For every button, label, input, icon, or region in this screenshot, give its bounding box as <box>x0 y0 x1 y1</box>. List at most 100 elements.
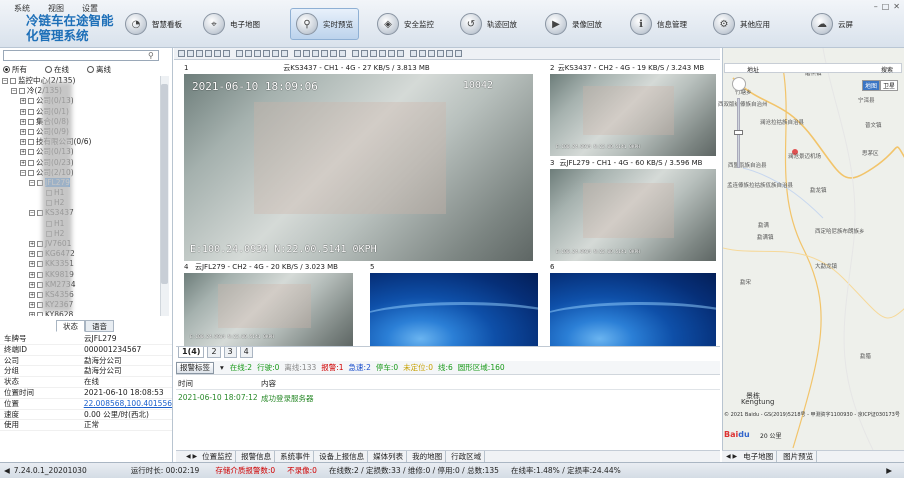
tree-node[interactable]: −冷(2/135) <box>2 86 168 96</box>
page-tab-0[interactable]: 1(4) <box>178 347 205 358</box>
tree-node[interactable]: H2 <box>2 229 168 239</box>
side-tab-1[interactable]: 语音 <box>85 320 114 332</box>
video-cell[interactable]: 2 云KS3437 - CH2 - 4G - 19 KB/S / 3.243 MB… <box>542 62 720 156</box>
tree-node[interactable]: +公司(0/23) <box>2 158 168 168</box>
minimize-icon[interactable]: – <box>874 2 878 11</box>
map-pan-control[interactable] <box>732 77 746 91</box>
checkbox[interactable] <box>28 98 34 105</box>
checkbox[interactable] <box>28 149 34 156</box>
tree-node[interactable]: +集合(0/8) <box>2 117 168 127</box>
nav-info[interactable]: ℹ 信息管理 <box>630 8 687 40</box>
expand-icon[interactable]: − <box>2 78 8 84</box>
bottom-tab-3[interactable]: 设备上报信息 <box>316 451 369 462</box>
bottom-tab-6[interactable]: 行政区域 <box>448 451 486 462</box>
expand-icon[interactable]: − <box>29 210 35 217</box>
tree-node[interactable]: −KS3437 <box>2 208 168 218</box>
map-panel[interactable] <box>722 48 904 450</box>
vehicle-search-input[interactable] <box>3 50 159 61</box>
toolbar-button-icon[interactable] <box>428 50 435 57</box>
toolbar-button-icon[interactable] <box>379 50 386 57</box>
nav-map[interactable]: ⌖ 电子地图 <box>203 8 260 40</box>
expand-icon[interactable]: + <box>29 281 35 288</box>
tree-node[interactable]: −JFL279 <box>2 177 168 188</box>
toolbar-button-icon[interactable] <box>254 50 261 57</box>
toolbar-button-icon[interactable] <box>214 50 221 57</box>
video-cell[interactable]: 4 云JFL279 - CH2 - 4G - 20 KB/S / 3.023 MB… <box>176 261 357 346</box>
toolbar-button-icon[interactable] <box>330 50 337 57</box>
filter-2[interactable]: 离线 <box>87 64 111 75</box>
tree-node[interactable]: + KY8628 <box>2 310 168 316</box>
toolbar-button-icon[interactable] <box>236 50 243 57</box>
toolbar-button-icon[interactable] <box>361 50 368 57</box>
filter-1[interactable]: 在线 <box>45 64 69 75</box>
checkbox[interactable] <box>28 108 34 115</box>
bottom-tab-4[interactable]: 媒体列表 <box>370 451 408 462</box>
toolbar-button-icon[interactable] <box>388 50 395 57</box>
toolbar-button-icon[interactable] <box>352 50 359 57</box>
toolbar-button-icon[interactable] <box>187 50 194 57</box>
checkbox[interactable] <box>28 159 34 166</box>
toolbar-button-icon[interactable] <box>339 50 346 57</box>
alarm-label-button[interactable]: 报警标签 <box>176 361 214 374</box>
toolbar-button-icon[interactable] <box>272 50 279 57</box>
toolbar-button-icon[interactable] <box>419 50 426 57</box>
checkbox[interactable] <box>28 139 34 146</box>
tree-node[interactable]: +KK3351 <box>2 259 168 269</box>
checkbox[interactable] <box>19 88 25 95</box>
page-tab-3[interactable]: 4 <box>239 347 253 358</box>
expand-icon[interactable]: + <box>29 241 35 247</box>
page-tab-2[interactable]: 3 <box>223 347 237 358</box>
expand-icon[interactable]: + <box>29 302 35 309</box>
map-search[interactable]: 地址 搜索 <box>724 63 902 74</box>
map-tab-0[interactable]: 电子地图 <box>740 451 778 462</box>
expand-icon[interactable]: − <box>11 88 17 95</box>
tree-node[interactable]: +KY2367 <box>2 300 168 310</box>
tree-scroll-thumb[interactable] <box>161 84 168 284</box>
checkbox[interactable] <box>28 128 34 135</box>
toolbar-button-icon[interactable] <box>205 50 212 57</box>
tree-node[interactable]: +技有限公司(0/6) <box>2 137 168 147</box>
toolbar-button-icon[interactable] <box>312 50 319 57</box>
tree-node[interactable]: +JV7601 <box>2 239 168 249</box>
side-tab-0[interactable]: 状态 <box>56 320 85 332</box>
tree-node[interactable]: +公司(0/13) <box>2 96 168 106</box>
toolbar-button-icon[interactable] <box>178 50 185 57</box>
checkbox[interactable] <box>28 169 34 176</box>
tree-node[interactable]: +KS4356 <box>2 290 168 300</box>
expand-icon[interactable]: + <box>29 261 35 268</box>
tree-node[interactable]: H1 <box>2 219 168 229</box>
expand-icon[interactable]: + <box>20 149 26 156</box>
camera-feed[interactable]: 2021-06-10 18:09:06 10042 E:100.24.0934 N:… <box>184 74 533 261</box>
map-type-1[interactable]: 卫星 <box>880 80 899 91</box>
map-search-button[interactable]: 搜索 <box>881 65 893 74</box>
empty-channel[interactable] <box>550 273 716 346</box>
expand-icon[interactable]: + <box>20 159 26 166</box>
toolbar-button-icon[interactable] <box>245 50 252 57</box>
maximize-icon[interactable]: □ <box>882 2 890 11</box>
expand-icon[interactable]: + <box>20 118 26 125</box>
toolbar-button-icon[interactable] <box>281 50 288 57</box>
expand-icon[interactable]: + <box>29 251 35 258</box>
nav-video-search[interactable]: ⚲ 实时预览 <box>290 8 359 40</box>
toolbar-button-icon[interactable] <box>263 50 270 57</box>
map-tab-arrows[interactable]: ◀ ▶ <box>726 453 737 460</box>
status-left-arrow[interactable]: ◀ <box>4 466 10 475</box>
tree-node[interactable]: H2 <box>2 198 168 208</box>
video-cell[interactable]: 6 <box>542 261 720 346</box>
expand-icon[interactable]: − <box>29 179 35 186</box>
video-cell[interactable]: 3 云JFL279 - CH1 - 4G - 60 KB/S / 3.596 MB… <box>542 157 720 261</box>
nav-record[interactable]: ▶ 录像回放 <box>545 8 602 40</box>
tree-node[interactable]: +KM2734 <box>2 280 168 290</box>
location-link[interactable]: 22.008568,100.401556 <box>84 399 172 409</box>
bottom-tab-0[interactable]: 位置监控 <box>199 451 237 462</box>
toolbar-button-icon[interactable] <box>370 50 377 57</box>
expand-icon[interactable]: + <box>20 139 26 146</box>
expand-icon[interactable]: + <box>20 108 26 115</box>
video-cell[interactable]: 5 <box>362 261 542 346</box>
tree-node[interactable]: +KK9819 <box>2 270 168 280</box>
tree-node[interactable]: −公司(2/10) <box>2 168 168 178</box>
tree-node[interactable]: +公司(0/9) <box>2 127 168 137</box>
expand-icon[interactable]: + <box>20 128 26 135</box>
toolbar-button-icon[interactable] <box>223 50 230 57</box>
tree-node[interactable]: +KG6472 <box>2 249 168 259</box>
